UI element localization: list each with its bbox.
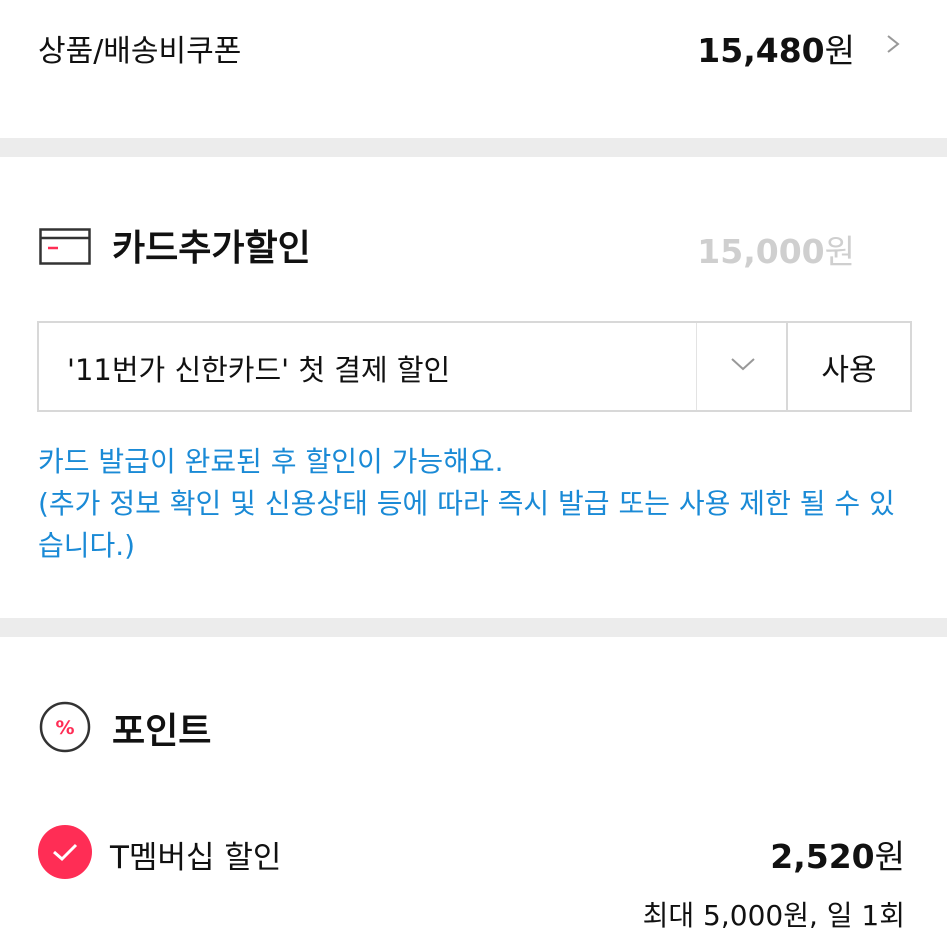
tmember-amount-value: 2,520 [770,837,875,876]
points-section: % 포인트 T멤버십 할인 2,520원 최대 5,000원, 일 1회 [0,637,947,937]
card-notice-line1: 카드 발급이 완료된 후 할인이 가능해요. [38,445,504,478]
chevron-right-icon[interactable] [883,34,903,54]
credit-card-icon [39,228,91,265]
card-discount-amount: 15,000원 [697,225,855,273]
percent-symbol: % [55,717,74,739]
card-discount-title: 카드추가할인 [112,228,311,269]
tmember-limit: 최대 5,000원, 일 1회 [642,899,905,932]
card-discount-amount-value: 15,000 [697,232,825,271]
card-promotion-select[interactable]: '11번가 신한카드' 첫 결제 할인 [37,321,787,412]
select-divider [696,323,697,410]
card-notice-line2: (추가 정보 확인 및 신용상태 등에 따라 즉시 발급 또는 사용 제한 될 … [38,487,895,562]
use-button[interactable]: 사용 [786,321,912,412]
tmember-label[interactable]: T멤버십 할인 [110,832,281,877]
section-divider [0,138,947,157]
coupon-amount: 15,480원 [697,24,855,72]
chevron-down-icon[interactable] [729,355,757,373]
coupon-row[interactable]: 상품/배송비쿠폰 15,480원 [0,0,947,138]
tmember-currency: 원 [874,837,905,876]
card-discount-section: 카드추가할인 15,000원 '11번가 신한카드' 첫 결제 할인 사용 카드… [0,157,947,618]
percent-icon: % [39,701,91,753]
card-promotion-select-value: '11번가 신한카드' 첫 결제 할인 [67,353,451,387]
section-divider [0,618,947,637]
card-discount-currency: 원 [824,232,855,271]
points-title: 포인트 [112,711,212,752]
check-icon [53,843,78,862]
coupon-label: 상품/배송비쿠폰 [38,34,242,69]
tmember-checkbox[interactable] [38,825,92,879]
coupon-amount-value: 15,480 [697,31,825,70]
tmember-amount: 2,520원 [770,830,905,878]
coupon-currency: 원 [824,31,855,70]
card-notice: 카드 발급이 완료된 후 할인이 가능해요. (추가 정보 확인 및 신용상태 … [38,441,908,567]
